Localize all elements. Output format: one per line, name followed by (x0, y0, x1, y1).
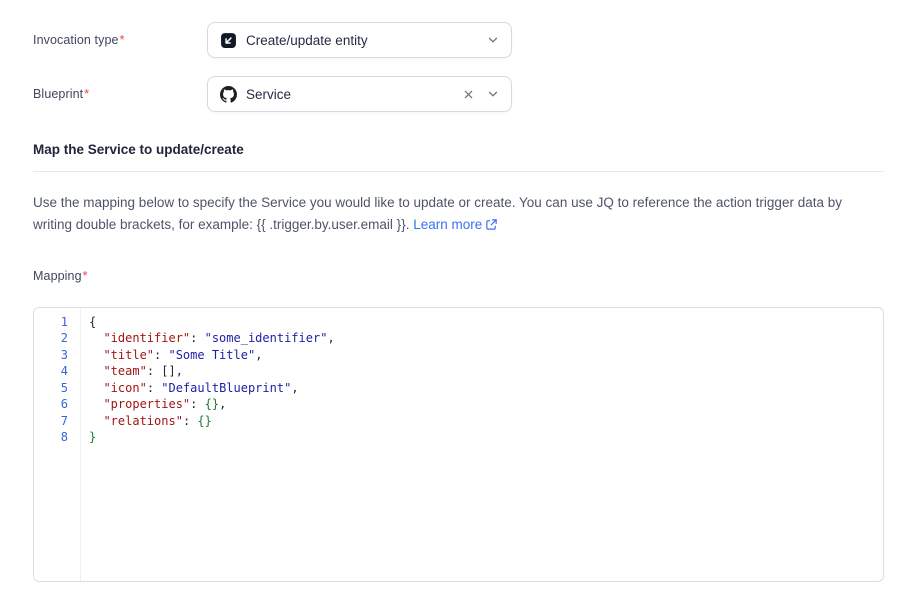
invocation-type-row: Invocation type* Create/update entity (33, 22, 884, 58)
line-number: 3 (34, 347, 81, 364)
code-line: 3 "title": "Some Title", (34, 347, 883, 364)
mapping-description: Use the mapping below to specify the Ser… (33, 192, 884, 237)
invocation-type-select[interactable]: Create/update entity (207, 22, 512, 58)
code-text: "properties": {}, (81, 396, 226, 413)
required-asterisk: * (84, 87, 89, 101)
code-line: 2 "identifier": "some_identifier", (34, 330, 883, 347)
line-number: 6 (34, 396, 81, 413)
line-number: 1 (34, 314, 81, 331)
required-asterisk: * (83, 269, 88, 283)
line-number: 2 (34, 330, 81, 347)
code-text: "icon": "DefaultBlueprint", (81, 380, 299, 397)
required-asterisk: * (120, 33, 125, 47)
blueprint-value: Service (246, 87, 452, 102)
line-number: 8 (34, 429, 81, 446)
line-number: 7 (34, 413, 81, 430)
code-text: "relations": {} (81, 413, 212, 430)
code-text: { (81, 314, 96, 331)
entity-icon (220, 32, 237, 49)
chevron-down-icon (487, 34, 499, 46)
code-text: "identifier": "some_identifier", (81, 330, 335, 347)
label-text: Mapping (33, 269, 82, 283)
clear-x-icon[interactable] (461, 87, 476, 102)
code-line: 7 "relations": {} (34, 413, 883, 430)
chevron-down-icon (487, 88, 499, 100)
code-text: "title": "Some Title", (81, 347, 262, 364)
label-text: Invocation type (33, 33, 119, 47)
learn-more-link[interactable]: Learn more (413, 217, 498, 232)
label-text: Blueprint (33, 87, 83, 101)
action-mapping-form: Invocation type* Create/update entity Bl… (0, 0, 917, 596)
code-text: "team": [], (81, 363, 183, 380)
learn-more-label: Learn more (413, 217, 482, 232)
code-line: 4 "team": [], (34, 363, 883, 380)
invocation-type-value: Create/update entity (246, 33, 478, 48)
blueprint-select[interactable]: Service (207, 76, 512, 112)
code-line: 1{ (34, 314, 883, 331)
blueprint-label: Blueprint* (33, 87, 207, 101)
section-title: Map the Service to update/create (33, 142, 884, 157)
mapping-label: Mapping* (33, 269, 884, 283)
blueprint-row: Blueprint* Service (33, 76, 884, 112)
external-link-icon (485, 218, 498, 231)
code-editor-lines: 1{2 "identifier": "some_identifier",3 "t… (34, 308, 883, 446)
section-divider (33, 171, 884, 172)
line-number: 4 (34, 363, 81, 380)
code-line: 8} (34, 429, 883, 446)
code-line: 6 "properties": {}, (34, 396, 883, 413)
invocation-type-label: Invocation type* (33, 33, 207, 47)
code-line: 5 "icon": "DefaultBlueprint", (34, 380, 883, 397)
line-number: 5 (34, 380, 81, 397)
github-icon (220, 86, 237, 103)
code-text: } (81, 429, 96, 446)
mapping-code-editor[interactable]: 1{2 "identifier": "some_identifier",3 "t… (33, 307, 884, 582)
